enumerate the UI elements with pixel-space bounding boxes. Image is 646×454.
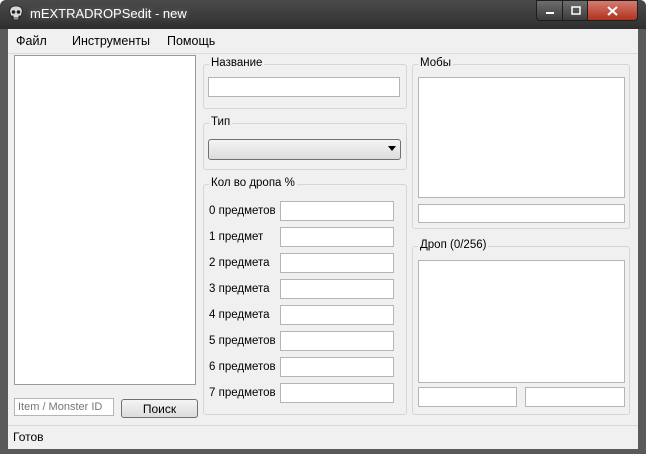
menu-file[interactable]: Файл (16, 34, 47, 48)
mobs-group: Мобы (412, 57, 630, 229)
menu-help[interactable]: Помощь (167, 34, 215, 48)
drop-field-5[interactable] (280, 331, 394, 351)
status-bar: Готов (8, 425, 638, 449)
maximize-icon (570, 5, 581, 15)
drop-group-label: Дроп (0/256) (418, 239, 489, 251)
drop-row-label-2: 2 предмета (209, 257, 270, 269)
drop-field-3[interactable] (280, 279, 394, 299)
window-title: mEXTRADROPSedit - new (30, 6, 187, 21)
minimize-button[interactable] (536, 0, 564, 21)
drop-row-label-5: 5 предметов (209, 335, 276, 347)
type-dropdown[interactable] (208, 139, 401, 160)
drop-count-group-label: Кол во дропа % (209, 177, 297, 189)
drop-field-1[interactable] (280, 227, 394, 247)
menu-tools[interactable]: Инструменты (72, 34, 150, 48)
minimize-icon (546, 11, 554, 14)
close-button[interactable] (587, 0, 638, 21)
drop-item-chance-input[interactable] (525, 387, 625, 407)
drop-row-label-7: 7 предметов (209, 387, 276, 399)
drop-row-label-1: 1 предмет (209, 231, 264, 243)
name-group-label: Название (209, 57, 265, 69)
mobs-group-label: Мобы (418, 57, 453, 69)
mob-id-input[interactable] (418, 204, 625, 223)
items-listbox[interactable] (14, 55, 196, 385)
type-group: Тип (203, 116, 407, 170)
title-bar[interactable]: mEXTRADROPSedit - new (0, 0, 646, 29)
drop-row-label-0: 0 предметов (209, 205, 276, 217)
close-icon (607, 5, 618, 16)
search-input[interactable] (14, 398, 114, 416)
mobs-listbox[interactable] (418, 77, 625, 198)
maximize-button[interactable] (562, 0, 589, 21)
drop-field-6[interactable] (280, 357, 394, 377)
name-field[interactable] (208, 77, 400, 97)
drop-listbox[interactable] (418, 260, 625, 383)
drop-field-7[interactable] (280, 383, 394, 403)
type-group-label: Тип (209, 116, 233, 128)
name-group: Название (203, 57, 407, 109)
drop-group: Дроп (0/256) (412, 239, 630, 415)
app-window: mEXTRADROPSedit - new Файл Инструменты П… (0, 0, 646, 454)
chevron-down-icon (388, 146, 396, 151)
drop-field-4[interactable] (280, 305, 394, 325)
drop-row-label-4: 4 предмета (209, 309, 270, 321)
drop-field-2[interactable] (280, 253, 394, 273)
status-text: Готов (13, 430, 44, 444)
search-button[interactable]: Поиск (121, 399, 198, 418)
drop-item-id-input[interactable] (418, 387, 517, 407)
drop-field-0[interactable] (280, 201, 394, 221)
drop-row-label-3: 3 предмета (209, 283, 270, 295)
client-area: Файл Инструменты Помощь Поиск Название Т… (8, 29, 638, 449)
drop-row-label-6: 6 предметов (209, 361, 276, 373)
menu-bar: Файл Инструменты Помощь (8, 29, 638, 54)
skull-icon (9, 5, 23, 21)
